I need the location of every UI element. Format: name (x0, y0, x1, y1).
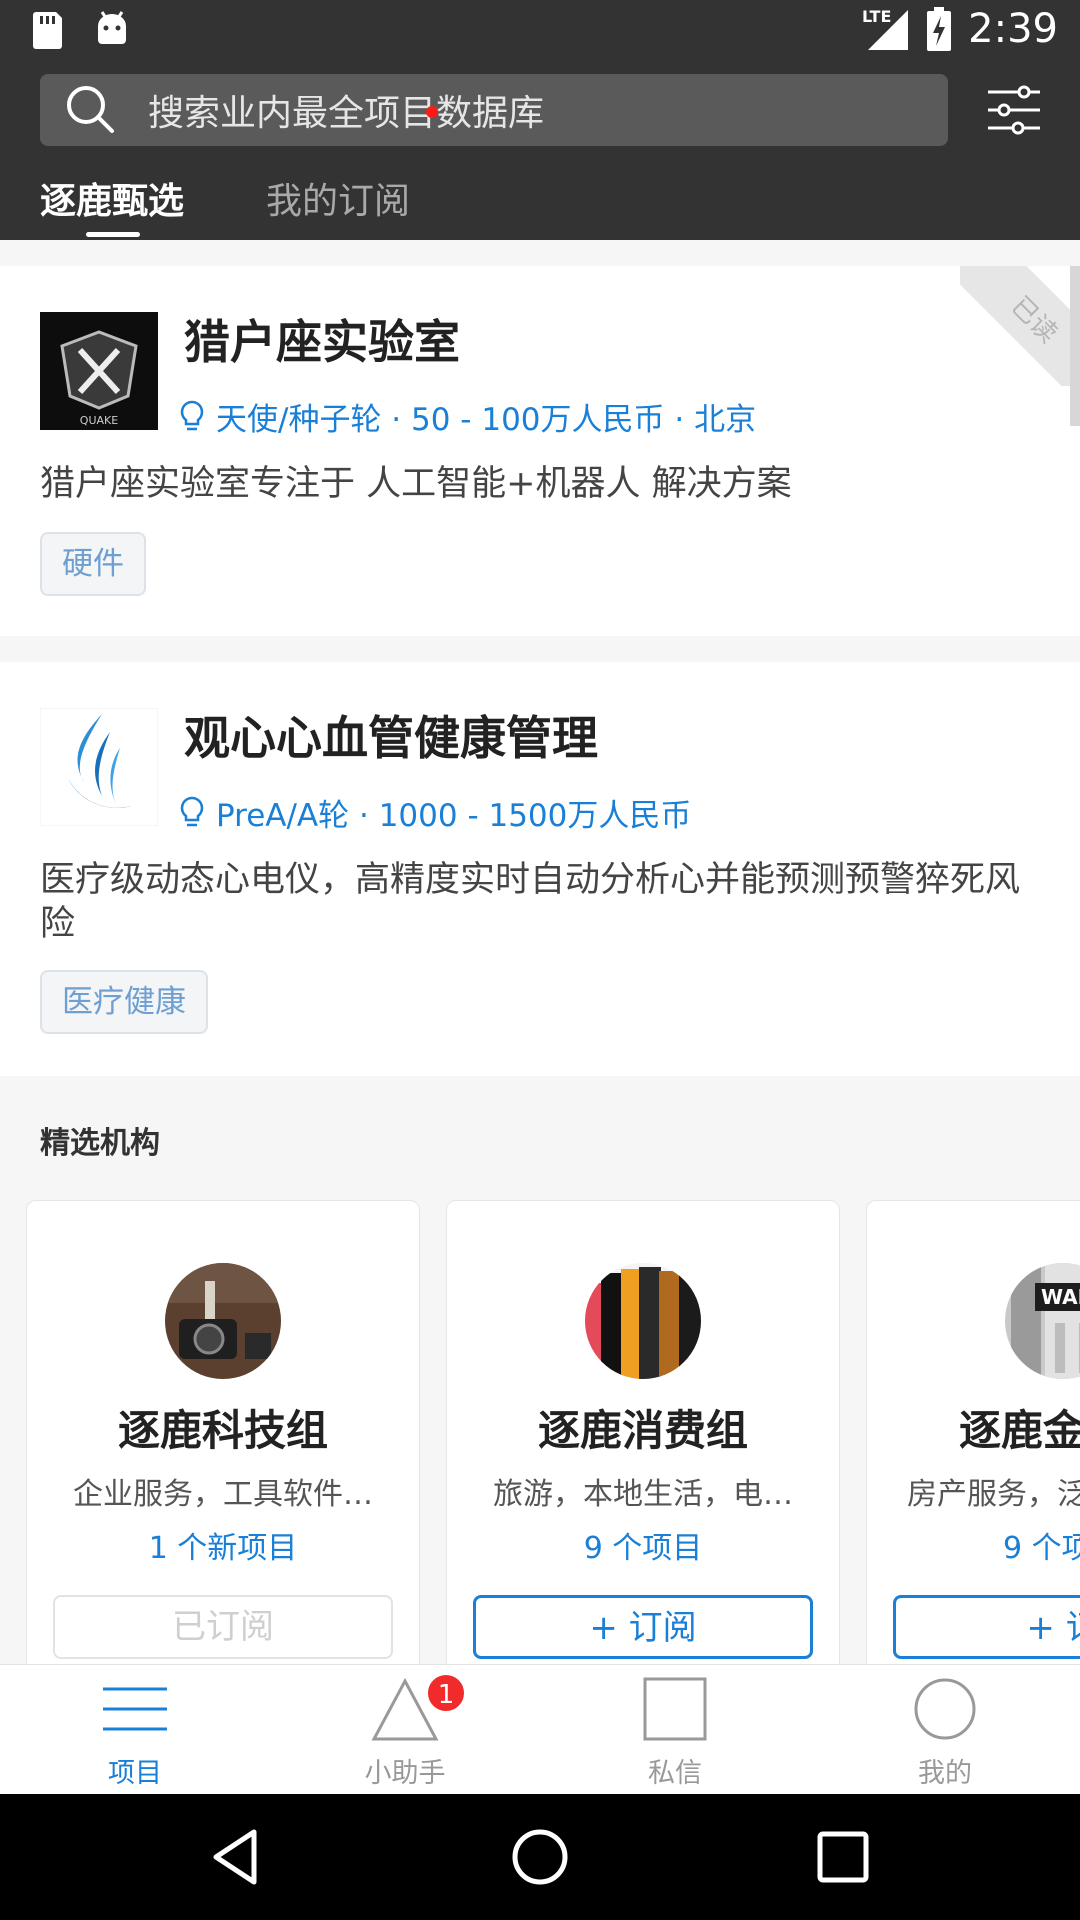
org-avatar (585, 1263, 701, 1379)
sd-card-icon (33, 12, 62, 49)
search-bar[interactable]: 搜索业内最全项目数据库 (40, 74, 948, 146)
list-icon (103, 1687, 167, 1731)
status-bar: LTE 2:39 (0, 0, 1080, 64)
lightbulb-icon (180, 400, 204, 430)
tab-subscriptions[interactable]: 我的订阅 (266, 172, 410, 224)
project-description: 猎户座实验室专注于 人工智能+机器人 解决方案 (40, 464, 792, 504)
signal-icon: LTE (862, 7, 909, 50)
project-description: 医疗级动态心电仪，高精度实时自动分析心并能预测预警猝死风险 (40, 860, 1021, 944)
new-dot-badge (426, 106, 438, 118)
battery-charging-icon (927, 7, 952, 51)
project-tag[interactable]: 硬件 (40, 532, 146, 596)
project-feed[interactable]: QUAKE 猎户座实验室 天使/种子轮 · 50 - 100万人民币 · 北京 … (0, 240, 1080, 1664)
nav-item-projects[interactable]: 项目 (0, 1665, 270, 1795)
search-icon (67, 86, 114, 133)
project-card[interactable]: QUAKE 猎户座实验室 天使/种子轮 · 50 - 100万人民币 · 北京 … (0, 266, 1080, 636)
search-placeholder: 搜索业内最全项目数据库 (148, 93, 545, 134)
nav-label: 私信 (648, 1758, 702, 1789)
android-icon (98, 11, 126, 44)
org-project-count[interactable]: 9 个项 (867, 1523, 1080, 1567)
svg-text:QUAKE: QUAKE (80, 414, 118, 427)
project-card[interactable]: 观心心血管健康管理 PreA/A轮 · 1000 - 1500万人民币 医疗级动… (0, 662, 1080, 1076)
svg-text:WALL: WALL (1041, 1285, 1080, 1309)
project-meta-text: 天使/种子轮 · 50 - 100万人民币 · 北京 (216, 402, 757, 438)
org-name: 逐鹿消费组 (537, 1406, 748, 1455)
top-tabs: 逐鹿甄选 我的订阅 (0, 164, 1080, 240)
org-description: 房产服务，泛 (907, 1477, 1080, 1512)
circle-icon (914, 1678, 976, 1740)
nav-item-messages[interactable]: 私信 (540, 1665, 810, 1795)
org-card[interactable]: WALL 逐鹿金 房产服务，泛 9 个项 + 订 (866, 1200, 1080, 1664)
lightbulb-icon (180, 796, 204, 826)
project-meta: 天使/种子轮 · 50 - 100万人民币 · 北京 (180, 394, 756, 439)
nav-label: 我的 (918, 1758, 972, 1789)
clock: 2:39 (968, 6, 1058, 52)
recents-icon[interactable] (810, 1824, 876, 1890)
tab-featured[interactable]: 逐鹿甄选 (40, 172, 184, 224)
org-card[interactable]: 逐鹿科技组 企业服务，工具软件… 1 个新项目 已订阅 (26, 1200, 420, 1664)
notification-badge: 1 (426, 1673, 466, 1713)
bottom-navigation: 项目 1 小助手 私信 我的 (0, 1664, 1080, 1794)
nav-label: 小助手 (364, 1758, 446, 1789)
system-navigation-bar (0, 1794, 1080, 1920)
read-label: 已读 (1005, 290, 1064, 349)
back-icon[interactable] (204, 1824, 270, 1890)
project-logo (40, 708, 158, 826)
svg-text:LTE: LTE (862, 7, 891, 26)
top-header: 搜索业内最全项目数据库 逐鹿甄选 我的订阅 (0, 64, 1080, 240)
nav-item-profile[interactable]: 我的 (810, 1665, 1080, 1795)
org-avatar (165, 1263, 281, 1379)
org-description: 旅游，本地生活，电… (493, 1477, 793, 1512)
project-meta-text: PreA/A轮 · 1000 - 1500万人民币 (216, 798, 692, 834)
active-tab-indicator (86, 232, 140, 237)
subscribed-button[interactable]: 已订阅 (53, 1595, 393, 1659)
org-description: 企业服务，工具软件… (73, 1477, 373, 1512)
home-icon[interactable] (507, 1824, 573, 1890)
section-title: 精选机构 (40, 1126, 160, 1161)
org-project-count[interactable]: 9 个项目 (447, 1523, 839, 1567)
filter-sliders-icon[interactable] (986, 82, 1042, 138)
subscribe-button[interactable]: + 订阅 (473, 1595, 813, 1659)
org-project-count[interactable]: 1 个新项目 (27, 1523, 419, 1567)
project-meta: PreA/A轮 · 1000 - 1500万人民币 (180, 790, 691, 835)
project-title[interactable]: 观心心血管健康管理 (184, 702, 598, 768)
project-title[interactable]: 猎户座实验室 (184, 306, 460, 372)
nav-label: 项目 (108, 1758, 162, 1789)
nav-item-assistant[interactable]: 1 小助手 (270, 1665, 540, 1795)
project-logo: QUAKE (40, 312, 158, 430)
scrollbar[interactable] (1070, 266, 1080, 426)
square-icon (643, 1677, 707, 1741)
org-card[interactable]: 逐鹿消费组 旅游，本地生活，电… 9 个项目 + 订阅 (446, 1200, 840, 1664)
org-name: 逐鹿科技组 (117, 1406, 328, 1455)
project-tag[interactable]: 医疗健康 (40, 970, 208, 1034)
subscribe-button[interactable]: + 订 (893, 1595, 1080, 1659)
read-ribbon: 已读 (960, 266, 1080, 386)
org-avatar: WALL (1005, 1263, 1080, 1379)
org-name: 逐鹿金 (959, 1406, 1080, 1455)
